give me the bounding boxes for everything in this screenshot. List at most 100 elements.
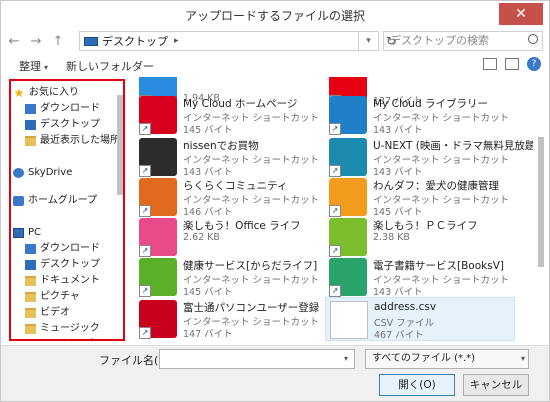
- shortcut-arrow-icon: ↗: [329, 123, 341, 135]
- organize-button[interactable]: 整理 ▾: [19, 58, 48, 74]
- nav-item[interactable]: デスクトップ: [25, 117, 100, 133]
- nav-item-label: ローカル ディスク (C: [40, 337, 123, 339]
- file-item[interactable]: ↗ U-NEXT (映画・ドラマ無料見放題) インターネット ショートカット 143 …: [325, 135, 533, 179]
- nav-item-label: ドキュメント: [40, 275, 100, 286]
- file-list: ↗1.94 KB↗137 バイト↗My Cloud ホームページインターネット …: [133, 77, 533, 341]
- file-item[interactable]: ↗ わんダフ：愛犬の健康管理 インターネット ショートカット 145 バイト: [325, 175, 515, 219]
- help-button[interactable]: ?: [527, 57, 541, 71]
- file-item[interactable]: ↗ らくらくコミュニティ インターネット ショートカット 146 バイト: [135, 175, 325, 219]
- file-item[interactable]: ↗ 電子書籍サービス[BooksV] インターネット ショートカット 143 バイト: [325, 255, 515, 299]
- recent-places-icon: [25, 136, 36, 146]
- forward-button[interactable]: →: [27, 32, 45, 52]
- nav-item[interactable]: SkyDrive: [13, 165, 72, 181]
- file-name: address.csv: [374, 301, 437, 313]
- nav-item[interactable]: デスクトップ: [25, 257, 100, 273]
- nav-item[interactable]: ミュージック: [25, 321, 100, 337]
- shortcut-arrow-icon: ↗: [139, 123, 151, 135]
- chevron-down-icon[interactable]: ▾: [521, 350, 525, 368]
- file-size: 145 バイト: [183, 125, 233, 136]
- search-input[interactable]: デスクトップの検索: [383, 31, 543, 51]
- download-folder-icon: [25, 104, 36, 114]
- open-button[interactable]: 開く(O): [379, 374, 455, 396]
- file-size: 147 バイト: [183, 329, 233, 340]
- homegroup-icon: [13, 196, 24, 206]
- star-icon: ★: [13, 86, 25, 100]
- file-item[interactable]: address.csv CSV ファイル 467 バイト: [325, 297, 515, 341]
- pictures-folder-icon: [25, 292, 36, 302]
- nav-item-label: お気に入り: [29, 87, 79, 98]
- file-name: らくらくコミュニティ: [183, 180, 288, 192]
- file-item[interactable]: ↗ nissenでお買物 インターネット ショートカット 143 バイト: [135, 135, 325, 179]
- back-button[interactable]: ←: [5, 32, 23, 52]
- file-size: 143 バイト: [373, 125, 423, 136]
- address-bar[interactable]: デスクトップ ▸ ▾: [79, 31, 379, 51]
- file-name: 健康サービス[からだライフ]: [183, 260, 318, 272]
- file-name: 電子書籍サービス[BooksV]: [373, 260, 504, 272]
- nav-item-label: ビデオ: [40, 307, 70, 318]
- nav-item[interactable]: ビデオ: [25, 305, 70, 321]
- nav-item[interactable]: ローカル ディスク (C: [25, 337, 123, 341]
- organize-label: 整理: [19, 60, 41, 73]
- shortcut-arrow-icon: ↗: [139, 285, 151, 297]
- view-options-icon[interactable]: [483, 58, 497, 70]
- file-dialog: アップロードするファイルの選択 ✕ ← → ↑ デスクトップ ▸ ▾ ↻ デスク…: [0, 0, 550, 402]
- file-type-value: すべてのファイル (*.*): [372, 353, 476, 364]
- videos-folder-icon: [25, 308, 36, 318]
- scrollbar-thumb[interactable]: [538, 137, 544, 267]
- file-item[interactable]: ↗ My Cloud ホームページ インターネット ショートカット 145 バイト: [135, 93, 325, 137]
- nav-item-label: PC: [28, 227, 42, 238]
- file-name: 楽しもう！ＰＣライフ: [373, 220, 478, 232]
- nav-item-label: ピクチャ: [40, 291, 80, 302]
- address-row: ← → ↑ デスクトップ ▸ ▾ ↻ デスクトップの検索: [1, 29, 549, 55]
- desktop-icon: [25, 120, 36, 130]
- filename-input[interactable]: ▾: [159, 349, 355, 369]
- nav-item[interactable]: 最近表示した場所: [25, 133, 120, 149]
- nav-item[interactable]: ホームグループ: [13, 193, 97, 209]
- file-item[interactable]: ↗ 楽しもう！Office ライフ 2.62 KB: [135, 215, 325, 259]
- nav-item[interactable]: ダウンロード: [25, 101, 100, 117]
- file-type-select[interactable]: すべてのファイル (*.*) ▾: [365, 349, 529, 369]
- shortcut-arrow-icon: ↗: [139, 327, 151, 339]
- navigation-pane: ★ お気に入り ダウンロード デスクトップ 最近表示した場所 SkyDrive ホームグルー…: [9, 79, 125, 341]
- file-list-scrollbar[interactable]: [535, 77, 547, 341]
- nav-item-label: ダウンロード: [40, 103, 100, 114]
- pc-icon: [13, 228, 24, 238]
- dialog-footer: ファイル名(N): ▾ すべてのファイル (*.*) ▾ 開く(O) キャンセル: [1, 345, 549, 401]
- scrollbar-thumb[interactable]: [117, 95, 123, 195]
- preview-pane-icon[interactable]: [505, 58, 519, 70]
- cancel-button[interactable]: キャンセル: [463, 374, 529, 396]
- chevron-right-icon[interactable]: ▸: [174, 36, 179, 46]
- nav-item-label: デスクトップ: [40, 119, 100, 130]
- filename-dropdown-button[interactable]: ▾: [338, 350, 354, 368]
- nav-item[interactable]: ★ お気に入り: [13, 85, 79, 101]
- local-disk-icon: [25, 340, 36, 341]
- file-name: 富士通パソコンユーザー登録: [183, 302, 320, 314]
- file-item[interactable]: ↗ 健康サービス[からだライフ] インターネット ショートカット 145 バイト: [135, 255, 325, 299]
- close-button[interactable]: ✕: [499, 3, 543, 25]
- up-button[interactable]: ↑: [49, 32, 67, 52]
- search-icon[interactable]: [528, 34, 538, 44]
- desktop-icon: [25, 260, 36, 270]
- nav-item[interactable]: ピクチャ: [25, 289, 80, 305]
- nav-item[interactable]: PC: [13, 225, 41, 241]
- file-size: 145 バイト: [183, 287, 233, 298]
- file-name: My Cloud ライブラリー: [373, 98, 488, 110]
- chevron-down-icon: ▾: [44, 63, 49, 72]
- file-size: 2.62 KB: [183, 232, 220, 243]
- address-location[interactable]: デスクトップ: [102, 33, 168, 49]
- address-dropdown-button[interactable]: ▾: [358, 32, 378, 50]
- title-bar: アップロードするファイルの選択 ✕: [1, 1, 549, 29]
- file-size: 467 バイト: [374, 330, 424, 341]
- nav-item[interactable]: ダウンロード: [25, 241, 100, 257]
- skydrive-icon: [13, 168, 24, 178]
- file-item[interactable]: ↗ 楽しもう！ＰＣライフ 2.38 KB: [325, 215, 515, 259]
- file-item[interactable]: ↗ 富士通パソコンユーザー登録 インターネット ショートカット 147 バイト: [135, 297, 325, 341]
- nav-item-label: SkyDrive: [28, 167, 73, 178]
- file-name: nissenでお買物: [183, 140, 259, 152]
- nav-item[interactable]: ドキュメント: [25, 273, 100, 289]
- navigation-scrollbar[interactable]: [115, 81, 125, 341]
- file-item[interactable]: ↗ My Cloud ライブラリー インターネット ショートカット 143 バイト: [325, 93, 515, 137]
- file-name: わんダフ：愛犬の健康管理: [373, 180, 499, 192]
- new-folder-button[interactable]: 新しいフォルダー: [66, 58, 154, 74]
- file-name: U-NEXT (映画・ドラマ無料見放題): [373, 140, 533, 152]
